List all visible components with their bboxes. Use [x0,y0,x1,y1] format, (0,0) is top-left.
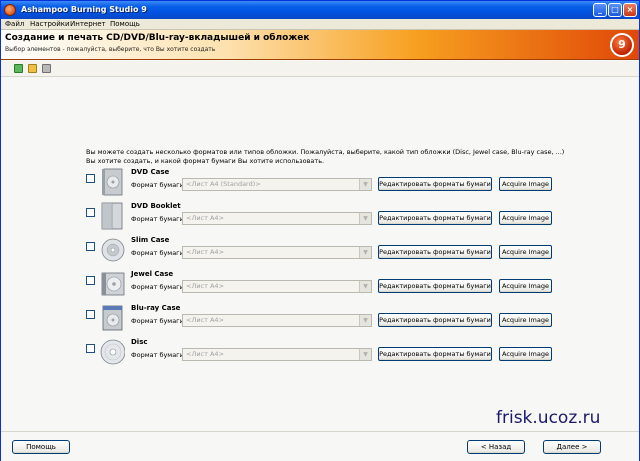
paper-format-select[interactable]: <Лист A4> ▼ [182,246,372,259]
item-name: Jewel Case [131,270,174,278]
list-item: Disc Формат бумаги: <Лист A4> ▼ Редактир… [86,338,556,370]
paper-format-select[interactable]: <Лист A4> ▼ [182,212,372,225]
slim-case-icon [101,238,125,262]
item-checkbox[interactable] [86,310,95,319]
edit-paper-formats-button[interactable]: Редактировать форматы бумаги [378,177,492,191]
acquire-image-button[interactable]: Acquire Image [499,279,552,293]
acquire-image-button[interactable]: Acquire Image [499,347,552,361]
paper-format-label: Формат бумаги: [131,215,187,223]
chevron-down-icon[interactable]: ▼ [359,315,371,326]
add-icon[interactable] [14,64,23,73]
item-checkbox[interactable] [86,208,95,217]
print-icon[interactable] [42,64,51,73]
list-item: Slim Case Формат бумаги: <Лист A4> ▼ Ред… [86,236,556,268]
paper-format-label: Формат бумаги: [131,181,187,189]
acquire-image-button[interactable]: Acquire Image [499,313,552,327]
menu-internet[interactable]: Интернет [70,20,106,28]
list-item: Jewel Case Формат бумаги: <Лист A4> ▼ Ре… [86,270,556,302]
main-content: Вы можете создать несколько форматов или… [1,78,639,430]
toolbar [1,61,639,77]
blu-ray-case-icon [102,305,123,331]
maximize-button[interactable]: □ [608,3,622,17]
paper-format-select[interactable]: <Лист A4> ▼ [182,314,372,327]
paper-format-select[interactable]: <Лист A4> ▼ [182,348,372,361]
item-name: Disc [131,338,148,346]
item-checkbox[interactable] [86,242,95,251]
paper-format-label: Формат бумаги: [131,351,187,359]
dvd-case-icon [102,168,123,196]
back-button[interactable]: < Назад [467,440,525,454]
brand-logo-icon: 9 [610,33,634,57]
menu-file[interactable]: Файл [5,20,24,28]
acquire-image-button[interactable]: Acquire Image [499,245,552,259]
item-checkbox[interactable] [86,174,95,183]
dvd-booklet-icon [101,202,123,230]
edit-paper-formats-button[interactable]: Редактировать форматы бумаги [378,245,492,259]
footer-bar: Помощь < Назад Далее > [1,431,639,461]
page-header: Создание и печать CD/DVD/Blu-ray-вкладыш… [1,30,639,60]
menu-settings[interactable]: Настройки [30,20,70,28]
paper-format-select[interactable]: <Лист A4> ▼ [182,280,372,293]
edit-paper-formats-button[interactable]: Редактировать форматы бумаги [378,347,492,361]
item-name: Slim Case [131,236,170,244]
paper-format-label: Формат бумаги: [131,317,187,325]
list-item: DVD Case Формат бумаги: <Лист A4 (Standa… [86,168,556,200]
app-logo-icon [4,4,16,16]
acquire-image-button[interactable]: Acquire Image [499,177,552,191]
chevron-down-icon[interactable]: ▼ [359,247,371,258]
disc-icon [100,339,125,365]
item-checkbox[interactable] [86,276,95,285]
chevron-down-icon[interactable]: ▼ [359,281,371,292]
item-name: DVD Booklet [131,202,181,210]
edit-paper-formats-button[interactable]: Редактировать форматы бумаги [378,313,492,327]
close-button[interactable]: × [623,3,637,17]
jewel-case-icon [101,272,125,296]
item-name: DVD Case [131,168,170,176]
paper-format-select[interactable]: <Лист A4 (Standard)> ▼ [182,178,372,191]
edit-paper-formats-button[interactable]: Редактировать форматы бумаги [378,279,492,293]
menu-help[interactable]: Помощь [110,20,140,28]
acquire-image-button[interactable]: Acquire Image [499,211,552,225]
item-name: Blu-ray Case [131,304,181,312]
paper-format-label: Формат бумаги: [131,249,187,257]
title-bar[interactable]: Ashampoo Burning Studio 9 _ □ × [1,1,639,19]
window-title: Ashampoo Burning Studio 9 [21,5,147,14]
help-button[interactable]: Помощь [12,440,70,454]
intro-text: Вы можете создать несколько форматов или… [86,148,565,165]
list-item: DVD Booklet Формат бумаги: <Лист A4> ▼ Р… [86,202,556,234]
folder-icon[interactable] [28,64,37,73]
paper-format-label: Формат бумаги: [131,283,187,291]
next-button[interactable]: Далее > [543,440,601,454]
menu-bar: Файл Настройки Интернет Помощь [1,19,639,30]
watermark-text: frisk.ucoz.ru [496,408,601,428]
chevron-down-icon[interactable]: ▼ [359,213,371,224]
edit-paper-formats-button[interactable]: Редактировать форматы бумаги [378,211,492,225]
item-checkbox[interactable] [86,344,95,353]
minimize-button[interactable]: _ [593,3,607,17]
chevron-down-icon[interactable]: ▼ [359,179,371,190]
app-window: Ashampoo Burning Studio 9 _ □ × Файл Нас… [0,0,640,461]
page-subtitle: Выбор элементов - пожалуйста, выберите, … [5,46,216,53]
list-item: Blu-ray Case Формат бумаги: <Лист A4> ▼ … [86,304,556,336]
chevron-down-icon[interactable]: ▼ [359,349,371,360]
page-title: Создание и печать CD/DVD/Blu-ray-вкладыш… [5,33,310,43]
